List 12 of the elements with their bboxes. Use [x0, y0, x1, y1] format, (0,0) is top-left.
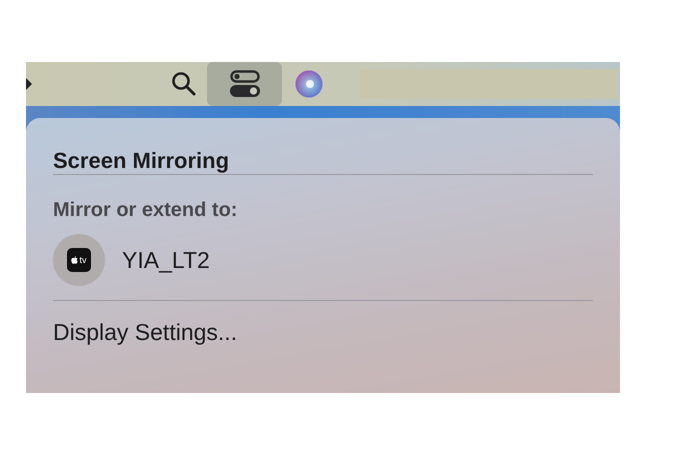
device-item[interactable]: tv YIA_LT2 [53, 230, 593, 290]
tv-label: tv [79, 256, 86, 264]
control-center-button[interactable] [207, 62, 282, 106]
display-settings-item[interactable]: Display Settings... [53, 319, 593, 346]
pointer-icon [26, 78, 32, 90]
siri-icon [295, 70, 323, 98]
toggles-icon [230, 70, 260, 98]
device-name: YIA_LT2 [122, 246, 210, 274]
apple-icon [71, 256, 78, 264]
panel-title: Screen Mirroring [53, 147, 230, 174]
search-icon [171, 71, 197, 97]
section-label: Mirror or extend to: [53, 199, 238, 222]
